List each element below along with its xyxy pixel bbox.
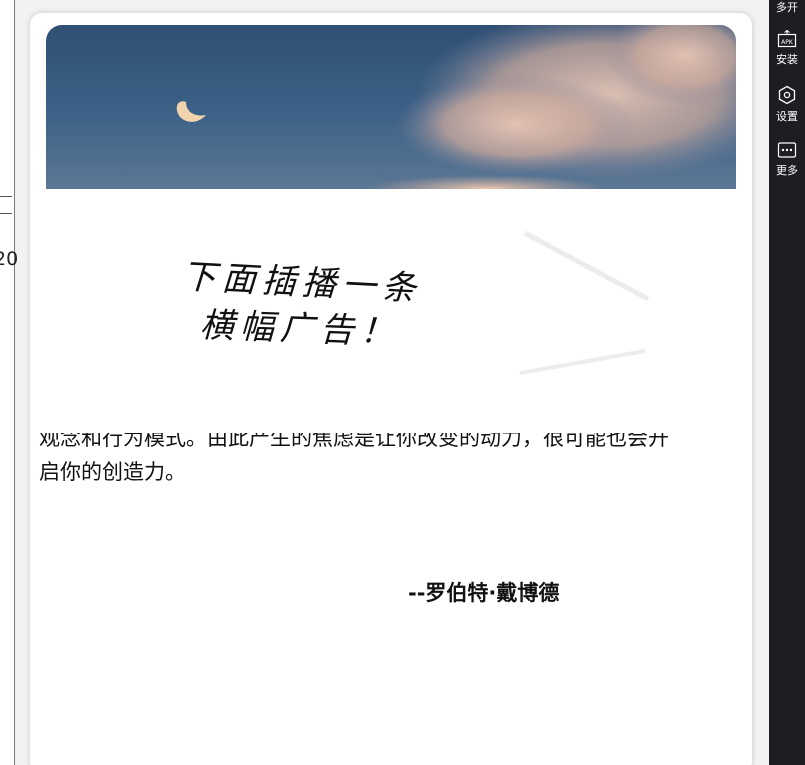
ad-text-line2: 横幅广告！	[199, 305, 401, 353]
toolbar-label-more: 更多	[776, 164, 798, 177]
banner-image	[46, 25, 736, 189]
toolbar-label-settings: 设置	[776, 110, 798, 123]
quote-text: 观念和行为模式。由此产生的焦虑是让你改变的动力，很可能也会开 启你的创造力。	[39, 433, 747, 489]
background-window-edge: 20	[0, 0, 19, 765]
quote-author: --罗伯特·戴博德	[408, 581, 560, 605]
toolbar-item-more[interactable]: 更多	[769, 141, 805, 178]
sky-illustration	[176, 25, 736, 189]
quote-line: 启你的创造力。	[39, 460, 186, 484]
apk-install-icon: APK	[777, 30, 797, 48]
emulator-toolbar: 多开 APK 安装 设置 更多	[769, 0, 805, 765]
toolbar-label-install: 安装	[776, 53, 798, 66]
toolbar-label-multi: 多开	[776, 1, 798, 14]
app-window: 20 下面插播一条 横幅广告！ 观念和行为模式。由此产生的焦虑是让你改变的动力，…	[0, 0, 805, 765]
quote-line-clipped: 观念和行为模式。由此产生的焦虑是让你改变的动力，很可能也会开	[39, 433, 669, 450]
clipped-text: 20	[0, 248, 19, 270]
toolbar-item-multi[interactable]: 多开	[769, 0, 805, 15]
moon-icon	[176, 101, 206, 122]
article-card[interactable]: 下面插播一条 横幅广告！ 观念和行为模式。由此产生的焦虑是让你改变的动力，很可能…	[30, 13, 752, 765]
toolbar-item-install[interactable]: APK 安装	[769, 30, 805, 67]
svg-text:APK: APK	[781, 39, 794, 46]
toolbar-item-settings[interactable]: 设置	[769, 85, 805, 124]
more-icon	[777, 141, 797, 159]
divider	[0, 196, 12, 214]
settings-icon	[777, 85, 797, 105]
ad-banner[interactable]: 下面插播一条 横幅广告！	[30, 189, 752, 409]
